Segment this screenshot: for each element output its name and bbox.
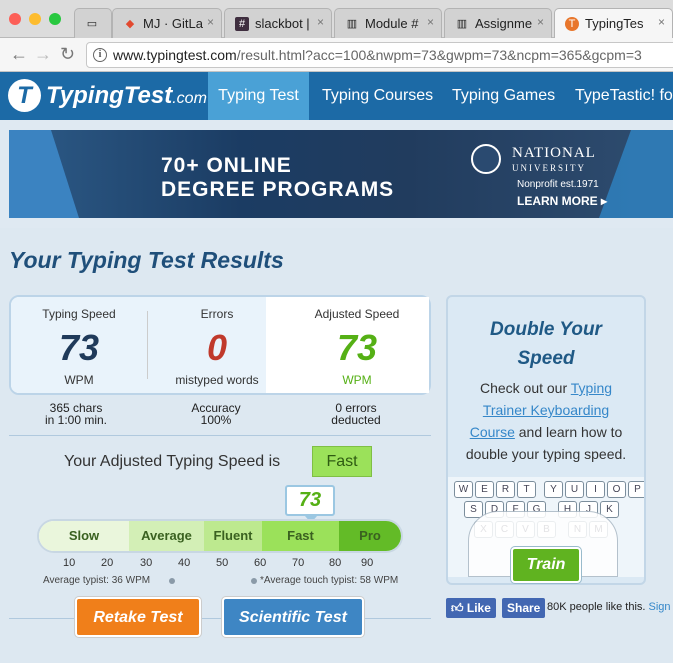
chars-stat: 365 chars in 1:00 min. xyxy=(44,401,108,427)
scale-tick: 60 xyxy=(254,557,267,569)
double-speed-panel: Double Your Speed Check out our Typing T… xyxy=(446,295,646,585)
browser-tab-bar: ▭ ◆ MJ · GitLa × # slackbot | × ▥ Module… xyxy=(0,0,673,38)
thumbs-up-icon: 👍︎ xyxy=(451,601,467,615)
back-arrow-icon[interactable]: ← xyxy=(10,44,28,65)
average-touch-typist-marker: *Average touch typist: 58 WPM xyxy=(260,575,399,586)
adjusted-speed-stat: Adjusted Speed 73 WPM xyxy=(314,307,400,387)
close-tab-icon[interactable]: × xyxy=(317,15,324,29)
forward-arrow-icon[interactable]: → xyxy=(34,44,52,65)
accuracy-stat: Accuracy 100% xyxy=(191,401,241,427)
close-tab-icon[interactable]: × xyxy=(658,15,665,29)
browser-tab[interactable]: ▥ Assignme × xyxy=(444,8,552,38)
keyboard-key: P xyxy=(628,481,644,498)
ad-headline: 70+ ONLINE DEGREE PROGRAMS xyxy=(161,154,395,201)
slack-icon: # xyxy=(235,17,249,31)
facebook-signup-link[interactable]: Sign xyxy=(649,601,671,613)
browser-toolbar: ← → ↻ i www.typingtest.com/result.html?a… xyxy=(0,38,673,72)
train-button[interactable]: Train xyxy=(511,547,581,583)
learn-more-link[interactable]: LEARN MORE ▸ xyxy=(517,194,607,208)
errors-stat: Errors 0 mistyped words xyxy=(175,307,259,387)
browser-tab[interactable]: ▥ Module # × xyxy=(334,8,442,38)
facebook-like-button[interactable]: 👍︎ Like xyxy=(446,598,496,618)
browser-tab-active[interactable]: T TypingTes × xyxy=(554,8,673,38)
average-typist-dot xyxy=(169,578,175,584)
scale-tick: 10 xyxy=(63,557,76,569)
nav-typetastic[interactable]: TypeTastic! for xyxy=(575,72,673,120)
average-typist-marker: Average typist: 36 WPM xyxy=(43,575,151,586)
ad-banner[interactable]: 70+ ONLINE DEGREE PROGRAMS NATIONAL UNIV… xyxy=(9,130,673,218)
nav-typing-courses[interactable]: Typing Courses xyxy=(322,72,433,120)
score-bubble: 73 xyxy=(285,485,335,523)
close-tab-icon[interactable]: × xyxy=(427,15,434,29)
adjusted-speed-sentence: Your Adjusted Typing Speed is xyxy=(64,453,281,470)
page-title: Your Typing Test Results xyxy=(9,247,284,273)
scale-tick: 80 xyxy=(329,557,342,569)
scale-tick: 40 xyxy=(178,557,191,569)
keyboard-key: T xyxy=(517,481,536,498)
scientific-test-button[interactable]: Scientific Test xyxy=(222,597,364,637)
typingtest-logo-icon: T xyxy=(8,79,41,112)
maximize-window-button[interactable] xyxy=(49,13,61,25)
keyboard-key: I xyxy=(586,481,605,498)
keyboard-key: R xyxy=(496,481,515,498)
page-icon: ▭ xyxy=(86,18,98,30)
university-seal-icon xyxy=(471,144,501,174)
keyboard-key: O xyxy=(607,481,626,498)
keyboard-key: W xyxy=(454,481,473,498)
reload-icon[interactable]: ↻ xyxy=(60,44,75,65)
typingtest-icon: T xyxy=(565,17,579,31)
keyboard-key: U xyxy=(565,481,584,498)
book-icon: ▥ xyxy=(456,18,468,30)
scale-segment-fluent: Fluent xyxy=(204,521,262,551)
keyboard-key: E xyxy=(475,481,494,498)
retake-test-button[interactable]: Retake Test xyxy=(75,597,201,637)
info-icon[interactable]: i xyxy=(93,48,107,62)
results-card: Typing Speed 73 WPM Errors 0 mistyped wo… xyxy=(9,295,431,395)
close-tab-icon[interactable]: × xyxy=(207,15,214,29)
close-window-button[interactable] xyxy=(9,13,21,25)
deducted-stat: 0 errors deducted xyxy=(331,401,381,427)
scale-tick: 90 xyxy=(361,557,374,569)
divider xyxy=(9,435,431,436)
facebook-share-button[interactable]: Share xyxy=(502,598,546,618)
browser-tab[interactable]: # slackbot | × xyxy=(224,8,332,38)
keyboard-key: Y xyxy=(544,481,563,498)
panel-text: Check out our Typing Trainer Keyboarding… xyxy=(465,380,627,462)
site-nav: T TypingTest.com Typing Test Typing Cour… xyxy=(0,72,673,120)
book-icon: ▥ xyxy=(346,18,358,30)
nav-typing-test[interactable]: Typing Test xyxy=(208,72,309,120)
nav-typing-games[interactable]: Typing Games xyxy=(452,72,555,120)
speed-scale: Slow Average Fluent Fast Pro xyxy=(37,519,403,553)
scale-tick: 50 xyxy=(216,557,229,569)
scale-tick: 30 xyxy=(140,557,153,569)
browser-tab[interactable]: ◆ MJ · GitLa × xyxy=(112,8,222,38)
gitlab-icon: ◆ xyxy=(125,18,135,30)
typing-speed-stat: Typing Speed 73 WPM xyxy=(42,307,116,387)
average-touch-typist-dot xyxy=(251,578,257,584)
speed-rating-badge: Fast xyxy=(312,446,372,477)
panel-title: Double Your Speed xyxy=(490,319,602,369)
scale-tick: 20 xyxy=(101,557,114,569)
address-bar[interactable]: i www.typingtest.com/result.html?acc=100… xyxy=(86,42,673,68)
facebook-like-count: 80K people like this. Sign xyxy=(547,601,671,613)
scale-segment-fast: Fast xyxy=(262,521,339,551)
scale-segment-slow: Slow xyxy=(39,521,129,551)
divider xyxy=(9,618,431,619)
scale-segment-average: Average xyxy=(129,521,204,551)
close-tab-icon[interactable]: × xyxy=(537,15,544,29)
scale-segment-pro: Pro xyxy=(339,521,401,551)
minimize-window-button[interactable] xyxy=(29,13,41,25)
browser-tab[interactable]: ▭ xyxy=(74,8,112,38)
scale-tick: 70 xyxy=(292,557,305,569)
ad-org: NATIONAL UNIVERSITY xyxy=(512,145,596,174)
